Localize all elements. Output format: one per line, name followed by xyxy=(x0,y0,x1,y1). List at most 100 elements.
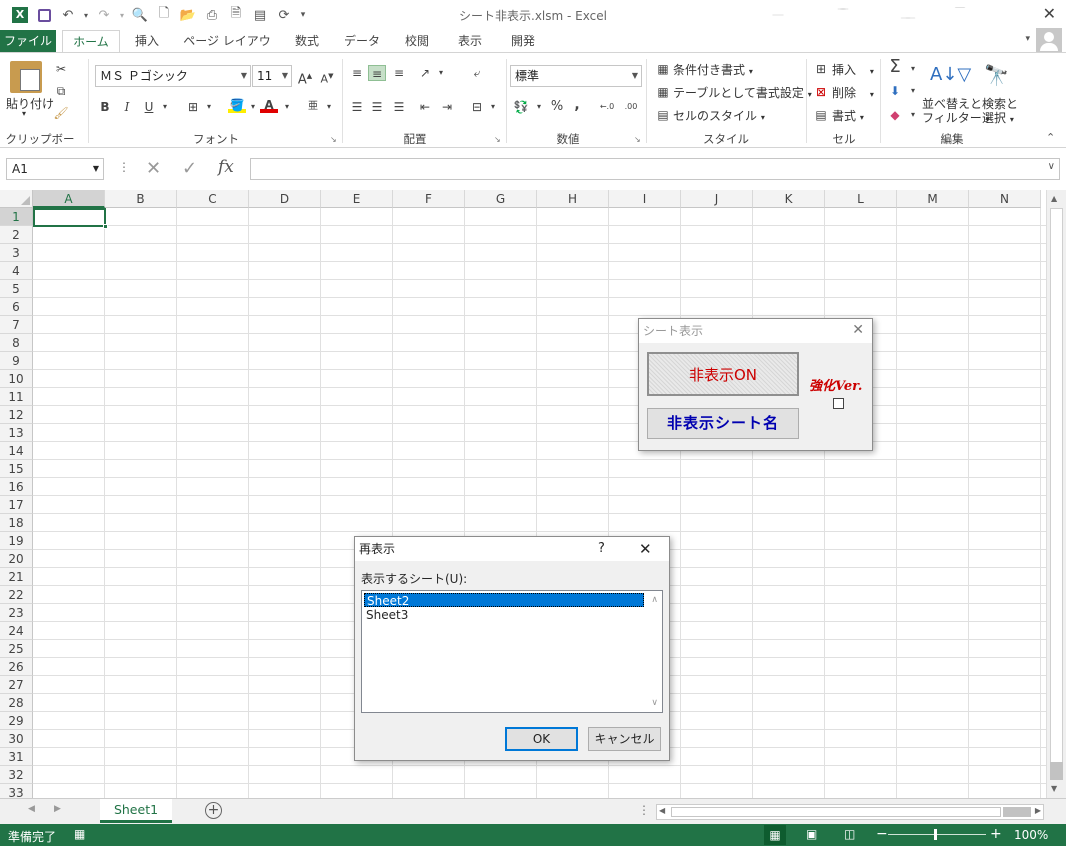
horizontal-scrollbar[interactable]: ◀ ▶ xyxy=(656,804,1044,820)
column-header[interactable]: C xyxy=(177,190,249,208)
row-header[interactable]: 24 xyxy=(0,622,33,640)
sort-filter-icon[interactable]: A↓▽ xyxy=(930,59,971,91)
prev-sheet-icon[interactable]: ◀ xyxy=(28,804,35,814)
column-header[interactable]: M xyxy=(897,190,969,208)
clear-dropdown-icon[interactable]: ▾ xyxy=(904,107,922,123)
cancel-button[interactable]: キャンセル xyxy=(588,727,661,751)
autosum-icon[interactable]: Σ xyxy=(886,58,904,76)
column-header[interactable]: J xyxy=(681,190,753,208)
column-header[interactable]: K xyxy=(753,190,825,208)
row-header[interactable]: 31 xyxy=(0,748,33,766)
undo-dropdown-icon[interactable]: ▾ xyxy=(80,4,92,26)
tab-data[interactable]: データ xyxy=(340,30,384,52)
dialog-close-icon[interactable]: ✕ xyxy=(639,540,652,558)
align-top-icon[interactable]: ≡ xyxy=(348,65,366,81)
tab-review[interactable]: 校閲 xyxy=(398,30,436,52)
increase-indent-icon[interactable]: ⇥ xyxy=(438,99,456,115)
insert-cells-icon[interactable]: ⊞ xyxy=(812,61,830,77)
format-as-table-button[interactable]: テーブルとして書式設定 ▾ xyxy=(673,84,812,101)
enhanced-version-checkbox[interactable] xyxy=(833,398,844,409)
vertical-scrollbar[interactable]: ▲ ▼ xyxy=(1046,190,1066,798)
fill-down-icon[interactable]: ⬇ xyxy=(886,83,904,99)
align-right-icon[interactable]: ☰ xyxy=(390,99,408,115)
conditional-format-button[interactable]: 条件付き書式 ▾ xyxy=(673,61,753,78)
column-header[interactable]: E xyxy=(321,190,393,208)
page-break-view-icon[interactable]: ◫ xyxy=(844,827,855,841)
font-dialog-launcher-icon[interactable]: ↘ xyxy=(330,135,337,144)
row-header[interactable]: 12 xyxy=(0,406,33,424)
cell-styles-icon[interactable]: ▤ xyxy=(654,107,672,123)
column-header[interactable]: A xyxy=(33,190,105,208)
column-header[interactable]: B xyxy=(105,190,177,208)
percent-button[interactable]: % xyxy=(548,99,566,115)
redo-icon[interactable]: ↷ xyxy=(92,4,116,26)
merge-dropdown-icon[interactable]: ▾ xyxy=(484,99,502,115)
select-all-corner[interactable] xyxy=(0,190,33,208)
currency-dropdown-icon[interactable]: ▾ xyxy=(530,99,548,115)
format-painter-icon[interactable]: 🖌 xyxy=(52,105,70,121)
ribbon-options-icon[interactable]: ▾ xyxy=(1025,34,1030,44)
horizontal-scroll-thumb[interactable] xyxy=(671,807,1001,817)
refresh-icon[interactable]: ⟳ xyxy=(272,4,296,26)
decrease-decimal-icon[interactable]: .00 xyxy=(622,99,640,115)
zoom-slider-track[interactable] xyxy=(888,834,986,835)
normal-view-icon[interactable]: ▦ xyxy=(764,825,786,845)
userform-close-icon[interactable]: ✕ xyxy=(852,322,864,338)
row-header[interactable]: 21 xyxy=(0,568,33,586)
wrap-text-icon[interactable]: ⤶ xyxy=(468,65,486,81)
cut-icon[interactable]: ✂ xyxy=(52,61,70,77)
conditional-format-icon[interactable]: ▦ xyxy=(654,61,672,77)
tab-file[interactable]: ファイル xyxy=(0,30,56,52)
phonetic-dropdown-icon[interactable]: ▾ xyxy=(320,99,338,115)
scroll-left-icon[interactable]: ◀ xyxy=(659,806,665,815)
shrink-font-button[interactable]: A▼ xyxy=(318,68,336,86)
font-size-select[interactable]: 11 ▼ xyxy=(252,65,292,87)
column-header[interactable]: I xyxy=(609,190,681,208)
row-header[interactable]: 28 xyxy=(0,694,33,712)
row-header[interactable]: 17 xyxy=(0,496,33,514)
find-binoculars-icon[interactable]: 🔭 xyxy=(984,61,1012,89)
row-header[interactable]: 14 xyxy=(0,442,33,460)
sheet-listbox[interactable]: Sheet2 Sheet3 ∧ ∨ xyxy=(361,590,663,713)
column-header[interactable]: F xyxy=(393,190,465,208)
format-cells-button[interactable]: 書式 ▾ xyxy=(832,107,864,124)
row-header[interactable]: 32 xyxy=(0,766,33,784)
page-layout-view-icon[interactable]: ▣ xyxy=(806,827,817,841)
currency-icon[interactable]: 💱 xyxy=(512,99,530,115)
row-header[interactable]: 18 xyxy=(0,514,33,532)
zoom-level[interactable]: 100% xyxy=(1014,828,1048,842)
alignment-dialog-launcher-icon[interactable]: ↘ xyxy=(494,135,501,144)
formula-input[interactable]: ∨ xyxy=(250,158,1060,180)
comma-button[interactable]: , xyxy=(568,97,586,113)
row-header[interactable]: 29 xyxy=(0,712,33,730)
tab-developer[interactable]: 開発 xyxy=(504,30,542,52)
undo-icon[interactable]: ↶ xyxy=(56,4,80,26)
insert-function-button[interactable]: fx xyxy=(218,157,234,177)
paste-icon[interactable] xyxy=(10,61,42,93)
list-scroll-up-icon[interactable]: ∧ xyxy=(651,595,658,605)
row-header[interactable]: 1 xyxy=(0,208,33,226)
fill-dropdown-icon[interactable]: ▾ xyxy=(904,83,922,99)
redo-dropdown-icon[interactable]: ▾ xyxy=(116,4,128,26)
row-header[interactable]: 15 xyxy=(0,460,33,478)
row-header[interactable]: 16 xyxy=(0,478,33,496)
row-header[interactable]: 4 xyxy=(0,262,33,280)
zoom-out-icon[interactable]: − xyxy=(876,826,888,842)
tab-home[interactable]: ホーム xyxy=(62,30,120,52)
column-header[interactable]: N xyxy=(969,190,1041,208)
form-icon[interactable]: ▤ xyxy=(248,4,272,26)
column-header[interactable]: D xyxy=(249,190,321,208)
collapse-ribbon-icon[interactable]: ⌃ xyxy=(1046,131,1055,144)
save-icon[interactable] xyxy=(32,4,56,26)
sort-filter-button[interactable]: フィルター ▾ xyxy=(922,109,990,126)
row-header[interactable]: 30 xyxy=(0,730,33,748)
align-left-icon[interactable]: ☰ xyxy=(348,99,366,115)
help-button[interactable]: ? xyxy=(598,541,605,556)
increase-decimal-icon[interactable]: ←.0 xyxy=(598,99,616,115)
row-header[interactable]: 10 xyxy=(0,370,33,388)
macro-record-icon[interactable]: ▦ xyxy=(74,827,85,841)
zoom-slider-thumb[interactable] xyxy=(934,829,937,840)
row-header[interactable]: 22 xyxy=(0,586,33,604)
tab-insert[interactable]: 挿入 xyxy=(128,30,166,52)
fill-handle[interactable] xyxy=(103,224,108,229)
